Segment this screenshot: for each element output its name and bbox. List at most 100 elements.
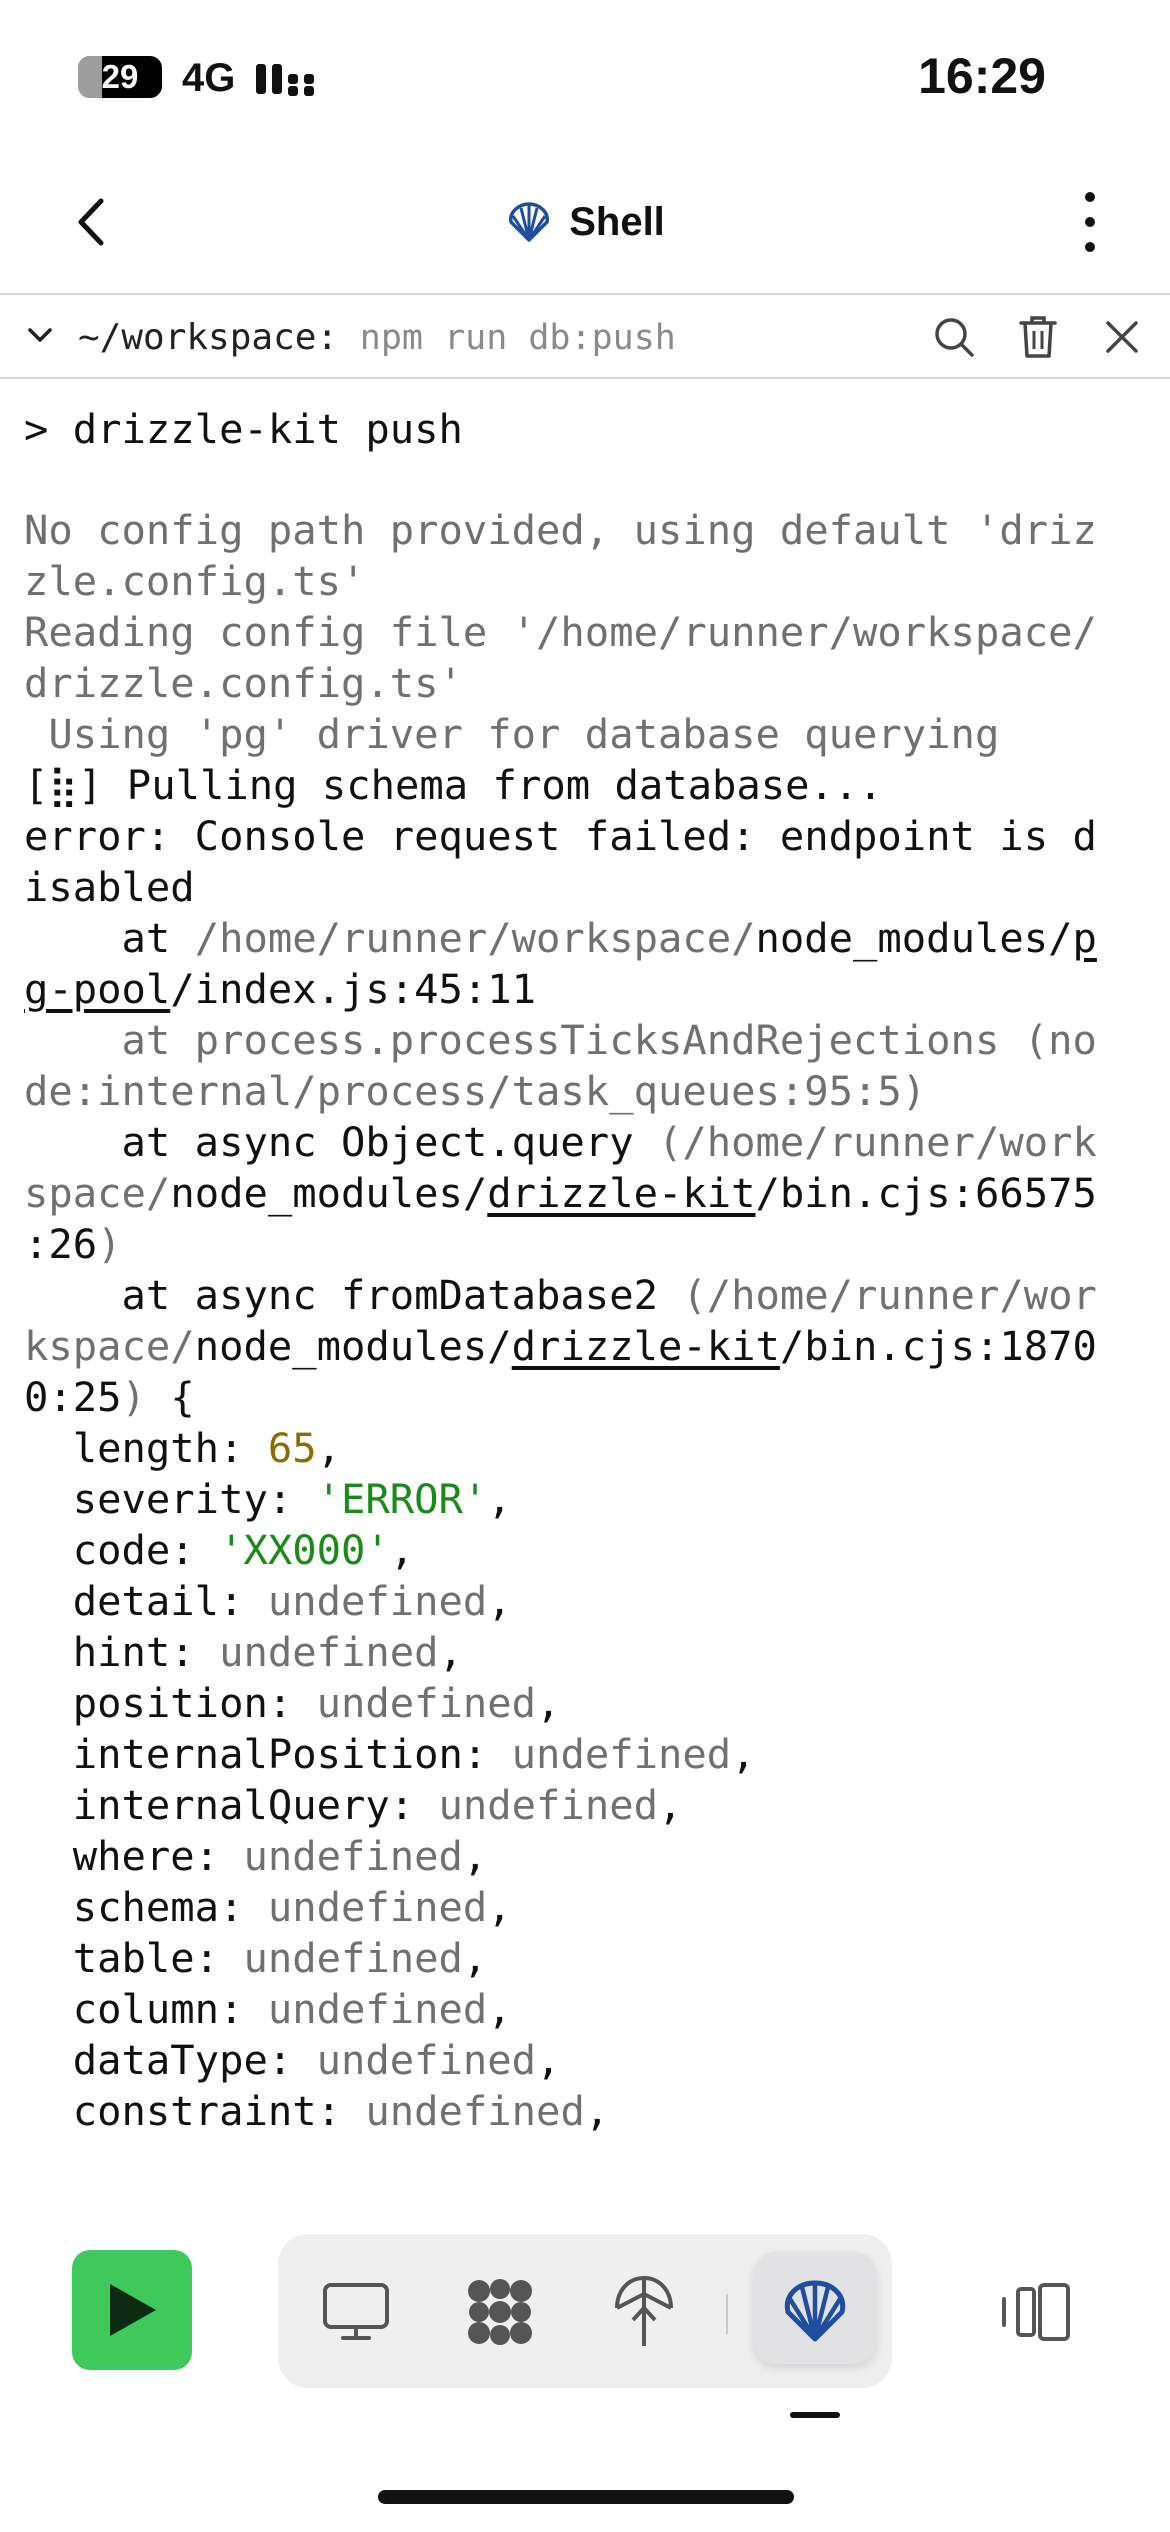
stack-line: de:internal/process/task_queues:95:5) [24,1067,927,1115]
stack-path: (/home/runner/wor [682,1271,1097,1319]
home-indicator[interactable] [378,2490,794,2504]
close-shell-button[interactable] [1096,311,1148,363]
stack-text: at [24,914,195,962]
prop-key: position: [24,1679,317,1727]
prop-value: undefined [316,1679,537,1727]
title-area: Shell [0,190,1170,254]
object-open: { [145,1373,195,1421]
stack-package-link[interactable]: drizzle-kit [512,1322,780,1370]
prop-comma: , [657,1781,683,1829]
prop-line: position: undefined, [24,1678,1154,1729]
stack-file: /index.js:45:11 [170,965,537,1013]
stack-paren: ) [97,1220,122,1268]
stack-file: /bin.cjs:1870 [779,1322,1097,1370]
prompt-line: > drizzle-kit push [24,405,463,453]
prop-key: where: [24,1832,244,1880]
prop-comma: , [438,1628,463,1676]
output-line: drizzle.config.ts' [24,659,463,707]
trash-icon [1019,316,1057,358]
more-menu-button[interactable] [1070,186,1110,258]
stack-path: space/ [24,1169,171,1217]
run-button[interactable] [72,2250,192,2370]
prop-line: severity: 'ERROR', [24,1474,1154,1525]
error-line: isabled [24,863,195,911]
stack-line: kspace/node_modules/drizzle-kit/bin.cjs:… [24,1321,1154,1372]
stack-module: node_modules/ [194,1322,512,1370]
stack-paren: ) [121,1373,146,1421]
prop-key: internalQuery: [24,1781,439,1829]
prop-key: code: [24,1526,220,1574]
prop-line: code: 'XX000', [24,1525,1154,1576]
prop-value: 65 [267,1424,317,1472]
clear-button[interactable] [1012,311,1064,363]
prop-comma: , [487,1577,512,1625]
panels-button[interactable] [998,2274,1074,2350]
page-title: Shell [569,199,665,244]
prop-line: hint: undefined, [24,1627,1154,1678]
stack-package-link[interactable]: drizzle-kit [487,1169,755,1217]
search-button[interactable] [928,311,980,363]
shell-toolbar: ~/workspace: npm run db:push [0,297,1170,379]
prop-comma: , [487,1883,512,1931]
output-line: Reading config file '/home/runner/worksp… [24,608,1097,656]
shell-icon [784,2280,846,2342]
prop-line: where: undefined, [24,1831,1154,1882]
prop-line: internalPosition: undefined, [24,1729,1154,1780]
prop-comma: , [536,2036,561,2084]
prop-key: schema: [24,1883,268,1931]
search-icon [935,318,974,357]
prop-line: length: 65, [24,1423,1154,1474]
terminal-output[interactable]: > drizzle-kit push No config path provid… [24,404,1154,2137]
stack-text: at async fromDatabase2 [24,1271,683,1319]
clock: 16:29 [918,48,1046,104]
close-icon [1106,321,1138,353]
prop-value: undefined [267,1883,488,1931]
shell-tab[interactable] [777,2274,853,2350]
prop-line: schema: undefined, [24,1882,1154,1933]
replit-icon [468,2279,532,2345]
webview-tab[interactable] [318,2274,394,2350]
error-props: length: 65, severity: 'ERROR', code: 'XX… [24,1423,1154,2137]
prop-comma: , [584,2087,610,2135]
shell-title[interactable]: ~/workspace: npm run db:push [78,317,676,359]
prop-comma: , [487,1985,512,2033]
prop-value: undefined [267,1985,488,2033]
output-line: zle.config.ts' [24,557,366,605]
signal-icon [256,64,314,96]
output-line: Using 'pg' driver for database querying [24,710,1000,758]
stack-line: at process.processTicksAndRejections (no [24,1016,1097,1064]
bottom-dock [0,2230,1170,2390]
prop-value: undefined [511,1730,732,1778]
stack-line: g-pool/index.js:45:11 [24,964,1154,1015]
prop-comma: , [316,1424,342,1472]
stack-file: /bin.cjs:66575 [755,1169,1097,1217]
stack-line: space/node_modules/drizzle-kit/bin.cjs:6… [24,1168,1154,1219]
stack-file: :26 [24,1220,98,1268]
prop-comma: , [389,1526,415,1574]
prop-key: detail: [24,1577,268,1625]
prop-line: internalQuery: undefined, [24,1780,1154,1831]
stack-text: at async Object.query [24,1118,658,1166]
stack-path: (/home/runner/work [657,1118,1097,1166]
stack-package-link[interactable]: p [1072,914,1096,962]
deployments-tab[interactable] [606,2274,682,2350]
agent-tab[interactable] [462,2274,538,2350]
prop-key: column: [24,1985,268,2033]
stack-package-link[interactable]: g-pool [24,965,170,1013]
status-bar: 29 4G 16:29 [0,0,1170,150]
shell-icon [509,202,550,242]
collapse-button[interactable] [22,317,58,353]
prop-value: undefined [243,1934,463,1982]
stack-line: :26) [24,1219,1154,1270]
prop-value: undefined [438,1781,658,1829]
stack-line: 0:25) { [24,1372,1154,1423]
panels-icon [1002,2283,1070,2341]
prop-key: table: [24,1934,244,1982]
deploy-icon [615,2275,673,2346]
prop-value: undefined [365,2087,585,2135]
stack-line: at async Object.query (/home/runner/work [24,1117,1154,1168]
error-line: error: Console request failed: endpoint … [24,812,1097,860]
stack-line: at async fromDatabase2 (/home/runner/wor [24,1270,1154,1321]
prop-value: undefined [267,1577,488,1625]
prop-value: undefined [219,1628,439,1676]
